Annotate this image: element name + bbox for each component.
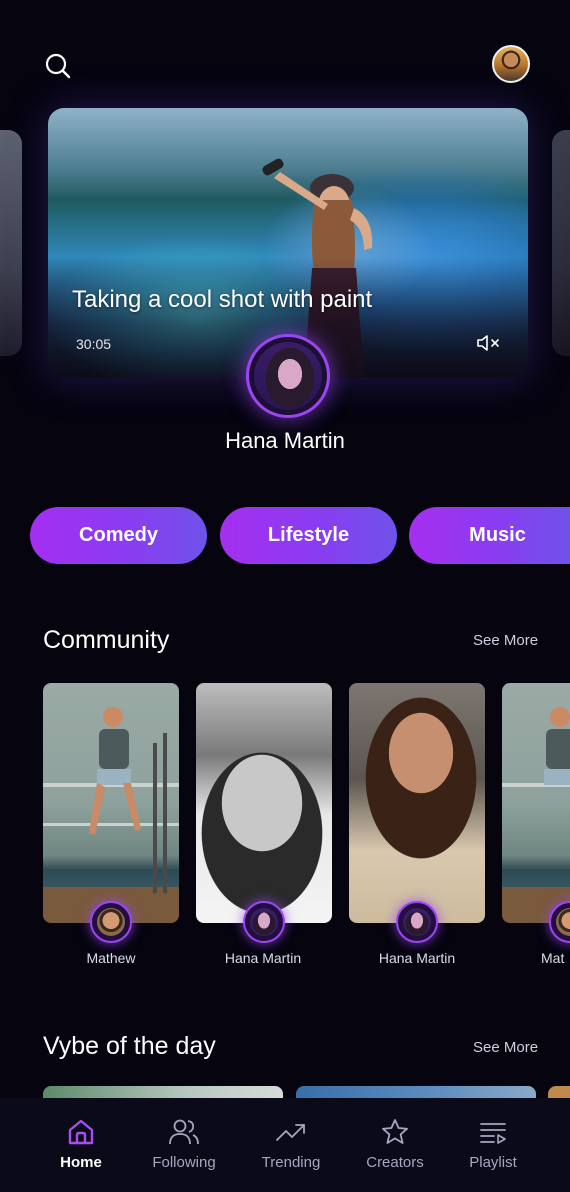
- nav-label: Creators: [366, 1154, 424, 1171]
- community-see-more-link[interactable]: See More: [473, 632, 538, 649]
- next-video-card[interactable]: [552, 130, 570, 356]
- community-card[interactable]: [349, 683, 485, 923]
- nav-trending[interactable]: Trending: [246, 1116, 336, 1171]
- trending-icon: [275, 1116, 307, 1148]
- creator-name[interactable]: Hana Martin: [0, 428, 570, 454]
- mute-button[interactable]: [472, 332, 506, 354]
- home-icon: [65, 1116, 97, 1148]
- community-thumbnail-figure: [502, 707, 570, 787]
- community-avatar[interactable]: [243, 901, 285, 943]
- nav-creators[interactable]: Creators: [350, 1116, 440, 1171]
- category-label: Music: [469, 524, 526, 546]
- community-avatar[interactable]: [90, 901, 132, 943]
- vybe-see-more-link[interactable]: See More: [473, 1039, 538, 1056]
- category-label: Lifestyle: [267, 524, 350, 546]
- community-thumbnail-figure: [43, 707, 179, 893]
- bottom-navigation: Home Following Trending Creators Playlis…: [0, 1098, 570, 1192]
- community-section-title: Community: [43, 626, 170, 654]
- playlist-icon: [477, 1116, 509, 1148]
- nav-label: Trending: [261, 1154, 321, 1171]
- mute-icon: [477, 335, 499, 351]
- community-name: Mathew: [86, 950, 136, 966]
- previous-video-card[interactable]: [0, 130, 22, 356]
- avatar-image: [97, 908, 125, 936]
- creator-avatar-image: [254, 342, 322, 410]
- video-duration: 30:05: [76, 336, 112, 352]
- community-card[interactable]: [196, 683, 332, 923]
- nav-label: Following: [152, 1154, 216, 1171]
- category-chip-comedy[interactable]: Comedy: [30, 507, 207, 564]
- community-card[interactable]: [502, 683, 570, 923]
- vybe-section-title: Vybe of the day: [43, 1032, 216, 1060]
- profile-avatar[interactable]: [492, 45, 530, 83]
- category-chip-music[interactable]: Music: [409, 507, 570, 564]
- star-icon: [379, 1116, 411, 1148]
- home-screen: Taking a cool shot with paint 30:05 Hana…: [0, 0, 570, 1192]
- community-name: Mat: [541, 950, 565, 966]
- nav-label: Home: [60, 1154, 102, 1171]
- nav-label: Playlist: [469, 1154, 517, 1171]
- community-avatar[interactable]: [396, 901, 438, 943]
- video-title: Taking a cool shot with paint: [72, 286, 373, 313]
- nav-home[interactable]: Home: [36, 1116, 126, 1171]
- avatar-image: [403, 908, 431, 936]
- search-icon: [45, 53, 71, 79]
- category-label: Comedy: [79, 524, 158, 546]
- community-name: Hana Martin: [378, 950, 456, 966]
- community-card[interactable]: [43, 683, 179, 923]
- search-button[interactable]: [40, 48, 76, 84]
- creator-avatar[interactable]: [246, 334, 330, 418]
- nav-playlist[interactable]: Playlist: [448, 1116, 538, 1171]
- following-icon: [168, 1116, 200, 1148]
- category-chip-lifestyle[interactable]: Lifestyle: [220, 507, 397, 564]
- community-name: Hana Martin: [224, 950, 302, 966]
- nav-following[interactable]: Following: [139, 1116, 229, 1171]
- avatar-image: [556, 908, 570, 936]
- avatar-image: [250, 908, 278, 936]
